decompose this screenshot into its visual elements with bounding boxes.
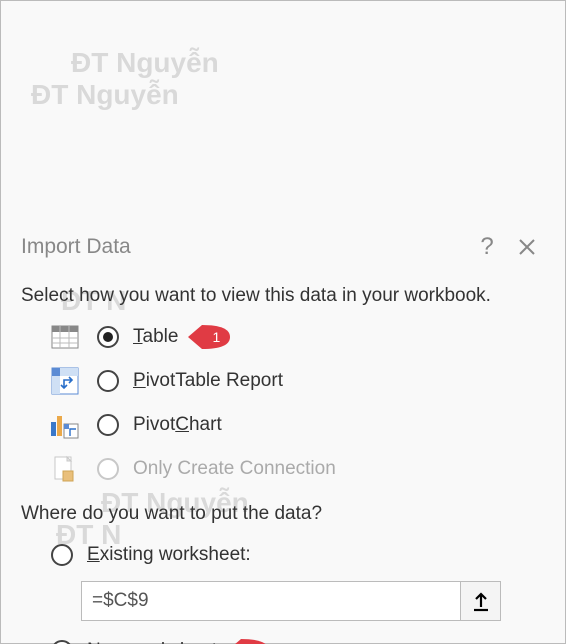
option-table[interactable]: Table 1	[51, 317, 545, 357]
help-icon[interactable]: ?	[467, 233, 507, 261]
option-table-label: Table	[133, 326, 178, 348]
radio-new[interactable]	[51, 640, 73, 644]
option-connection-label: Only Create Connection	[133, 458, 336, 480]
dialog-body: Select how you want to view this data in…	[1, 269, 565, 644]
watermark: ĐT Nguyễn	[71, 47, 566, 79]
option-existing-label: Existing worksheet:	[87, 544, 251, 566]
titlebar: Import Data ?	[1, 225, 565, 269]
dialog-title: Import Data	[21, 235, 467, 259]
close-icon[interactable]	[507, 237, 547, 257]
range-selector-button[interactable]	[461, 581, 501, 621]
cell-reference-group	[81, 581, 501, 621]
option-new-worksheet[interactable]: New worksheet 2	[51, 631, 545, 644]
pivotchart-icon	[51, 411, 79, 439]
cell-reference-input[interactable]	[81, 581, 461, 621]
table-icon	[51, 323, 79, 351]
pivottable-icon	[51, 367, 79, 395]
option-pivotchart-label: PivotChart	[133, 414, 222, 436]
connection-icon	[51, 455, 79, 483]
callout-2: 2	[227, 639, 269, 644]
option-pivottable-label: PivotTable Report	[133, 370, 283, 392]
radio-existing[interactable]	[51, 544, 73, 566]
section-location-label: Where do you want to put the data?	[21, 503, 545, 525]
option-new-label: New worksheet	[87, 640, 217, 644]
option-existing-worksheet[interactable]: Existing worksheet:	[51, 535, 545, 575]
option-pivottable[interactable]: PivotTable Report	[51, 361, 545, 401]
watermark: ĐT Nguyễn	[31, 79, 566, 111]
import-data-dialog: ĐT Nguyễn ĐT Nguyễn ĐT N ĐT Nguyễn ĐT N …	[0, 0, 566, 644]
radio-connection	[97, 458, 119, 480]
radio-pivottable[interactable]	[97, 370, 119, 392]
option-pivotchart[interactable]: PivotChart	[51, 405, 545, 445]
radio-pivotchart[interactable]	[97, 414, 119, 436]
radio-table[interactable]	[97, 326, 119, 348]
callout-1: 1	[188, 325, 230, 349]
option-connection: Only Create Connection	[51, 449, 545, 489]
section-view-label: Select how you want to view this data in…	[21, 285, 545, 307]
